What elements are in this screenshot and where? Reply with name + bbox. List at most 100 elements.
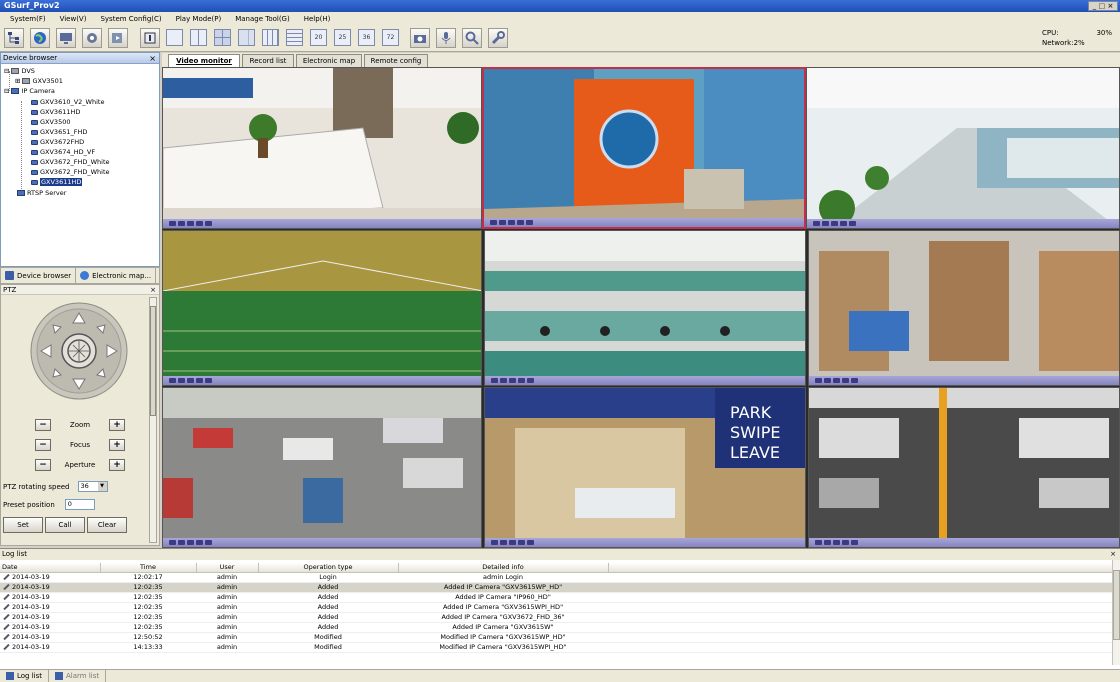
focus-far-button[interactable]: + xyxy=(109,439,125,451)
tab-electronic-map[interactable]: Electronic map xyxy=(296,54,362,67)
speed-select[interactable]: 36 xyxy=(77,481,108,492)
table-row[interactable]: 2014-03-19 12:02:35 admin Added Added IP Cam… xyxy=(0,622,1112,633)
tree-node-camera[interactable]: GXV3611HD xyxy=(31,107,80,117)
record-button[interactable] xyxy=(108,28,128,48)
column-header-detail[interactable]: Detailed info xyxy=(398,563,609,573)
log-scrollbar[interactable] xyxy=(1112,560,1120,665)
search-device-button[interactable] xyxy=(56,28,76,48)
table-row[interactable]: 2014-03-19 12:50:52 admin Modified Modified … xyxy=(0,632,1112,643)
video-control-bar[interactable] xyxy=(163,538,481,547)
close-icon[interactable]: × xyxy=(149,53,156,64)
menu-system[interactable]: System(F) xyxy=(10,15,46,23)
layout-4-button[interactable] xyxy=(190,29,207,46)
tree-node-rtsp-server[interactable]: RTSP Server xyxy=(17,188,66,198)
aperture-open-button[interactable]: + xyxy=(109,459,125,471)
table-row[interactable]: 2014-03-19 12:02:35 admin Added Added IP Cam… xyxy=(0,592,1112,603)
menu-view[interactable]: View(V) xyxy=(60,15,87,23)
snapshot-button[interactable] xyxy=(410,28,430,48)
video-cell-factory[interactable] xyxy=(162,230,482,386)
tree-node-camera[interactable]: GXV3672_FHD_White xyxy=(31,157,110,167)
tree-node-camera[interactable]: GXV3500 xyxy=(31,117,70,127)
layout-72-button[interactable]: 72 xyxy=(382,29,399,46)
tree-node-camera[interactable]: GXV3672FHD xyxy=(31,137,84,147)
tree-node-ip-camera[interactable]: ⊟ IP Camera xyxy=(4,86,55,96)
column-header-date[interactable]: Date xyxy=(0,563,101,573)
tools-button[interactable] xyxy=(488,28,508,48)
log-cell-text: Added xyxy=(317,613,339,621)
tab-device-browser[interactable]: Device browser xyxy=(1,268,77,283)
video-cell-garage-entrance[interactable]: PARK SWIPE LEAVE xyxy=(484,387,806,548)
settings-button[interactable] xyxy=(82,28,102,48)
video-control-bar[interactable] xyxy=(485,538,805,547)
tab-electronic-map[interactable]: Electronic map... xyxy=(76,268,157,283)
layout-6-button[interactable] xyxy=(214,29,231,46)
menu-play-mode[interactable]: Play Mode(P) xyxy=(176,15,222,23)
video-cell-warehouse[interactable] xyxy=(808,230,1120,386)
zoom-in-button[interactable]: + xyxy=(109,419,125,431)
scroll-thumb[interactable] xyxy=(150,306,156,416)
tab-alarm-list[interactable]: Alarm list xyxy=(49,670,107,682)
table-row[interactable]: 2014-03-19 12:02:17 admin Login admin Login xyxy=(0,572,1112,583)
table-row[interactable]: 2014-03-19 12:02:35 admin Added Added IP Cam… xyxy=(0,602,1112,613)
tab-record-list[interactable]: Record list xyxy=(242,54,294,67)
ptz-scrollbar[interactable] xyxy=(149,297,157,543)
tab-log-list[interactable]: Log list xyxy=(0,670,50,682)
tree-node-camera[interactable]: GXV3610_V2_White xyxy=(31,97,104,107)
layout-25-button[interactable]: 25 xyxy=(334,29,351,46)
focus-near-button[interactable]: − xyxy=(35,439,51,451)
video-control-bar[interactable] xyxy=(163,376,481,385)
menu-manage-tool[interactable]: Manage Tool(G) xyxy=(235,15,290,23)
layout-8-button[interactable] xyxy=(238,29,255,46)
zoom-button[interactable] xyxy=(462,28,482,48)
preset-set-button[interactable]: Set xyxy=(3,517,43,533)
fullscreen-button[interactable] xyxy=(140,28,160,48)
layout-20-button[interactable]: 20 xyxy=(310,29,327,46)
aperture-close-button[interactable]: − xyxy=(35,459,51,471)
column-header-time[interactable]: Time xyxy=(100,563,197,573)
video-control-bar[interactable] xyxy=(163,219,481,228)
scroll-thumb[interactable] xyxy=(1113,570,1120,640)
ptz-joystick[interactable] xyxy=(29,301,129,401)
window-controls[interactable]: _ □ × xyxy=(1088,1,1118,11)
table-row[interactable]: 2014-03-19 12:02:35 admin Added Added IP Cam… xyxy=(0,612,1112,623)
video-cell-lobby-active[interactable] xyxy=(482,67,806,229)
device-tree-button[interactable] xyxy=(4,28,24,48)
log-table: Date Time User Operation type Detailed i… xyxy=(0,563,1112,653)
menu-help[interactable]: Help(H) xyxy=(304,15,331,23)
video-control-bar[interactable] xyxy=(484,218,804,227)
preset-call-button[interactable]: Call xyxy=(45,517,85,533)
tab-video-monitor[interactable]: Video monitor xyxy=(168,54,240,67)
layout-9-button[interactable] xyxy=(262,29,279,46)
map-button[interactable] xyxy=(30,28,50,48)
layout-36-button[interactable]: 36 xyxy=(358,29,375,46)
video-control-bar[interactable] xyxy=(807,219,1119,228)
talk-button[interactable] xyxy=(436,28,456,48)
column-header-user[interactable]: User xyxy=(196,563,259,573)
tree-node-camera[interactable]: GXV3672_FHD_White xyxy=(31,167,110,177)
close-icon[interactable]: × xyxy=(1110,549,1116,560)
tree-node-gxv3501[interactable]: ⊞ GXV3501 xyxy=(15,76,63,86)
video-cell-parking-garage[interactable] xyxy=(808,387,1120,548)
tree-node-camera-selected[interactable]: GXV3611HD xyxy=(31,177,83,187)
tree-node-camera[interactable]: GXV3674_HD_VF xyxy=(31,147,95,157)
video-control-bar[interactable] xyxy=(485,376,805,385)
column-header-operation[interactable]: Operation type xyxy=(258,563,399,573)
tab-remote-config[interactable]: Remote config xyxy=(364,54,428,67)
video-cell-parking-lot[interactable] xyxy=(162,387,482,548)
layout-1-button[interactable] xyxy=(166,29,183,46)
preset-clear-button[interactable]: Clear xyxy=(87,517,127,533)
video-control-bar[interactable] xyxy=(809,538,1119,547)
table-row[interactable]: 2014-03-19 12:02:35 admin Added Added IP Cam… xyxy=(0,582,1112,593)
video-cell-assembly[interactable] xyxy=(484,230,806,386)
zoom-out-button[interactable]: − xyxy=(35,419,51,431)
video-cell-reception[interactable] xyxy=(162,67,482,229)
tree-node-dvs[interactable]: ⊟ DVS xyxy=(4,66,35,76)
table-row[interactable]: 2014-03-19 14:13:33 admin Modified Modified … xyxy=(0,642,1112,653)
preset-input[interactable]: 0 xyxy=(64,499,95,510)
tree-node-camera[interactable]: GXV3651_FHD xyxy=(31,127,87,137)
menu-system-config[interactable]: System Config(C) xyxy=(100,15,161,23)
video-cell-office[interactable] xyxy=(806,67,1120,229)
close-icon[interactable]: × xyxy=(150,285,156,295)
video-control-bar[interactable] xyxy=(809,376,1119,385)
layout-16-button[interactable] xyxy=(286,29,303,46)
